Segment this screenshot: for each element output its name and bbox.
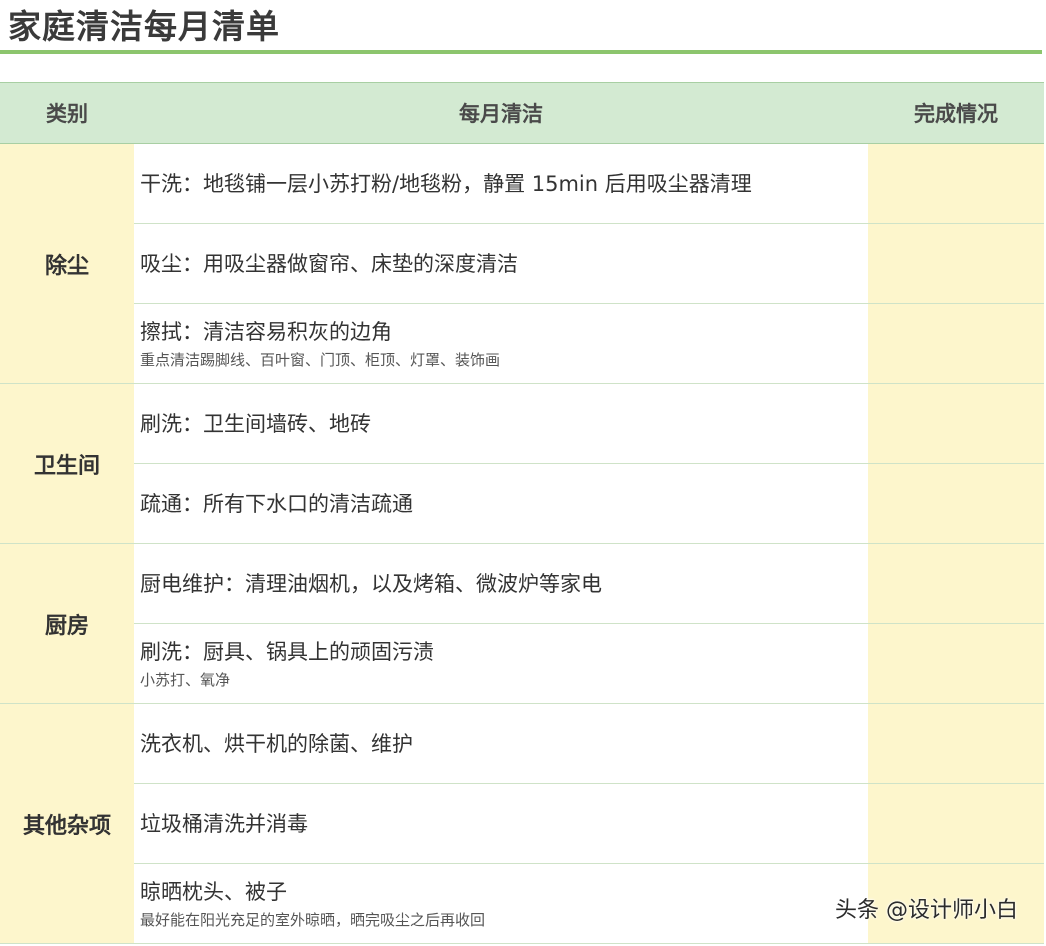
task-text: 晾晒枕头、被子 bbox=[140, 879, 287, 904]
table-row: 除尘 干洗：地毯铺一层小苏打粉/地毯粉，静置 15min 后用吸尘器清理 bbox=[0, 143, 1044, 384]
table-row: 擦拭：清洁容易积灰的边角 重点清洁踢脚线、百叶窗、门顶、柜顶、灯罩、装饰画 bbox=[0, 303, 1044, 384]
task-note: 最好能在阳光充足的室外晾晒，晒完吸尘之后再收回 bbox=[140, 910, 486, 929]
watermark-text: 头条 @设计师小白 bbox=[835, 898, 1018, 923]
task-cell: 刷洗：厨具、锅具上的顽固污渍 小苏打、氧净 bbox=[134, 623, 868, 704]
task-text: 垃圾桶清洗并消毒 bbox=[140, 811, 308, 836]
task-cell: 厨电维护：清理油烟机，以及烤箱、微波炉等家电 bbox=[134, 543, 868, 624]
page-title: 家庭清洁每月清单 bbox=[8, 7, 280, 46]
status-cell[interactable] bbox=[868, 703, 1044, 784]
task-text: 吸尘：用吸尘器做窗帘、床垫的深度清洁 bbox=[140, 251, 518, 276]
monthly-cleaning-table: 类别 每月清洁 完成情况 除尘 干洗：地毯铺一层小苏打粉/地毯粉，静置 15mi… bbox=[0, 82, 1044, 944]
task-cell: 洗衣机、烘干机的除菌、维护 bbox=[134, 703, 868, 784]
status-cell[interactable] bbox=[868, 543, 1044, 624]
table-row: 厨房 厨电维护：清理油烟机，以及烤箱、微波炉等家电 bbox=[0, 543, 1044, 704]
table-row: 疏通：所有下水口的清洁疏通 bbox=[0, 463, 1044, 544]
table-header-row: 类别 每月清洁 完成情况 bbox=[0, 82, 1044, 144]
task-cell: 垃圾桶清洗并消毒 bbox=[134, 783, 868, 864]
task-note: 小苏打、氧净 bbox=[140, 670, 231, 689]
category-cell-bathroom: 卫生间 bbox=[0, 383, 134, 544]
task-text: 疏通：所有下水口的清洁疏通 bbox=[140, 491, 413, 516]
status-cell[interactable] bbox=[868, 223, 1044, 304]
task-text: 刷洗：厨具、锅具上的顽固污渍 bbox=[140, 639, 434, 664]
category-cell-kitchen: 厨房 bbox=[0, 543, 134, 704]
task-cell: 疏通：所有下水口的清洁疏通 bbox=[134, 463, 868, 544]
task-text: 洗衣机、烘干机的除菌、维护 bbox=[140, 731, 413, 756]
table-row: 其他杂项 洗衣机、烘干机的除菌、维护 bbox=[0, 703, 1044, 944]
category-cell-misc: 其他杂项 bbox=[0, 703, 134, 944]
header-task: 每月清洁 bbox=[134, 82, 868, 144]
status-cell[interactable] bbox=[868, 143, 1044, 224]
status-cell[interactable] bbox=[868, 383, 1044, 464]
task-cell: 晾晒枕头、被子 最好能在阳光充足的室外晾晒，晒完吸尘之后再收回 bbox=[134, 863, 868, 944]
table-row: 垃圾桶清洗并消毒 bbox=[0, 783, 1044, 864]
task-text: 厨电维护：清理油烟机，以及烤箱、微波炉等家电 bbox=[140, 571, 602, 596]
task-text: 刷洗：卫生间墙砖、地砖 bbox=[140, 411, 371, 436]
title-divider bbox=[0, 50, 1042, 54]
task-cell: 刷洗：卫生间墙砖、地砖 bbox=[134, 383, 868, 464]
header-status: 完成情况 bbox=[868, 82, 1044, 144]
task-cell: 吸尘：用吸尘器做窗帘、床垫的深度清洁 bbox=[134, 223, 868, 304]
status-cell[interactable] bbox=[868, 783, 1044, 864]
table-row: 卫生间 刷洗：卫生间墙砖、地砖 bbox=[0, 383, 1044, 544]
category-cell-dusting: 除尘 bbox=[0, 143, 134, 384]
status-cell[interactable] bbox=[868, 463, 1044, 544]
task-cell: 擦拭：清洁容易积灰的边角 重点清洁踢脚线、百叶窗、门顶、柜顶、灯罩、装饰画 bbox=[134, 303, 868, 384]
header-category: 类别 bbox=[0, 82, 134, 144]
task-text: 擦拭：清洁容易积灰的边角 bbox=[140, 319, 392, 344]
task-cell: 干洗：地毯铺一层小苏打粉/地毯粉，静置 15min 后用吸尘器清理 bbox=[134, 143, 868, 224]
table-row: 吸尘：用吸尘器做窗帘、床垫的深度清洁 bbox=[0, 223, 1044, 304]
task-note: 重点清洁踢脚线、百叶窗、门顶、柜顶、灯罩、装饰画 bbox=[140, 350, 501, 369]
status-cell[interactable] bbox=[868, 303, 1044, 384]
table-row: 刷洗：厨具、锅具上的顽固污渍 小苏打、氧净 bbox=[0, 623, 1044, 704]
status-cell[interactable] bbox=[868, 623, 1044, 704]
task-text: 干洗：地毯铺一层小苏打粉/地毯粉，静置 15min 后用吸尘器清理 bbox=[140, 171, 752, 196]
